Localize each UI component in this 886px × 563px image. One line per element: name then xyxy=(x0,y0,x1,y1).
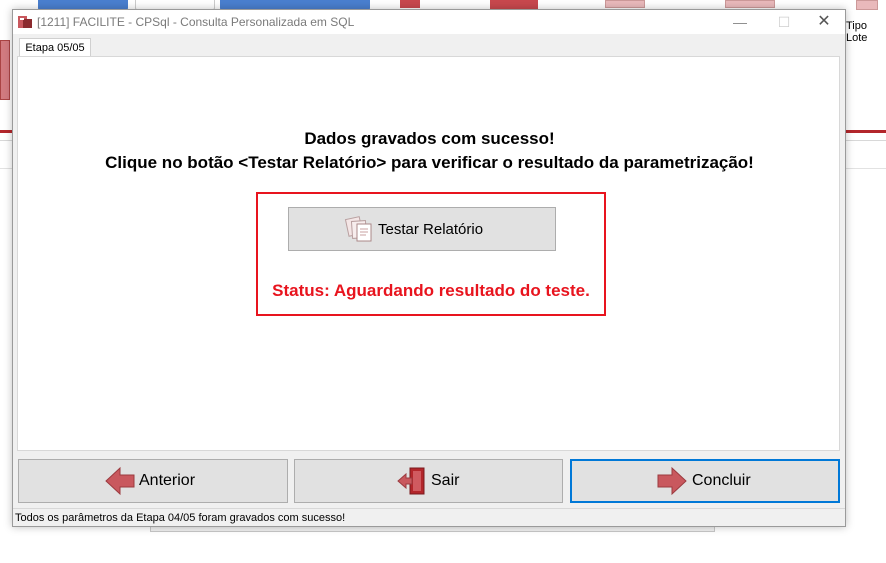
facilite-app-icon xyxy=(18,16,32,28)
arrow-right-icon xyxy=(657,466,687,496)
finish-button-label: Concluir xyxy=(692,472,751,489)
title-bar[interactable]: [1211] FACILITE - CPSql - Consulta Perso… xyxy=(13,10,845,34)
maximize-button[interactable]: ☐ xyxy=(769,10,799,34)
background-toolbar-icon xyxy=(605,0,645,8)
status-bar: Todos os parâmetros da Etapa 04/05 foram… xyxy=(13,508,845,526)
tab-etapa-05[interactable]: Etapa 05/05 xyxy=(19,38,91,58)
test-report-button[interactable]: Testar Relatório xyxy=(288,207,556,251)
test-highlight-box: Testar Relatório Status: Aguardando resu… xyxy=(256,192,606,316)
arrow-left-icon xyxy=(105,466,135,496)
instruction-message: Clique no botão <Testar Relatório> para … xyxy=(105,153,754,172)
tab-strip: Etapa 05/05 xyxy=(16,35,842,58)
documents-icon xyxy=(344,216,372,242)
minimize-button[interactable]: — xyxy=(725,10,755,34)
background-left-icon xyxy=(0,40,10,100)
exit-button[interactable]: Sair xyxy=(294,459,563,503)
exit-button-label: Sair xyxy=(431,472,460,489)
background-toolbar-label: Tipo Lote xyxy=(846,20,868,44)
background-toolbar-icon xyxy=(856,0,878,10)
status-bar-text: Todos os parâmetros da Etapa 04/05 foram… xyxy=(15,512,346,524)
exit-door-icon xyxy=(397,467,425,495)
previous-button-label: Anterior xyxy=(139,472,196,489)
test-report-button-label: Testar Relatório xyxy=(378,221,484,238)
success-message: Dados gravados com sucesso! xyxy=(304,129,555,148)
background-toolbar-icon xyxy=(400,0,420,8)
dialog-window: [1211] FACILITE - CPSql - Consulta Perso… xyxy=(12,9,846,527)
close-button[interactable]: ✕ xyxy=(809,10,839,34)
window-title: [1211] FACILITE - CPSql - Consulta Perso… xyxy=(37,15,355,29)
previous-button[interactable]: Anterior xyxy=(18,459,288,503)
test-status-text: Status: Aguardando resultado do teste. xyxy=(272,281,590,300)
tab-content-panel: Dados gravados com sucesso! Clique no bo… xyxy=(17,56,840,451)
finish-button[interactable]: Concluir xyxy=(570,459,840,503)
background-toolbar-icon xyxy=(725,0,775,8)
